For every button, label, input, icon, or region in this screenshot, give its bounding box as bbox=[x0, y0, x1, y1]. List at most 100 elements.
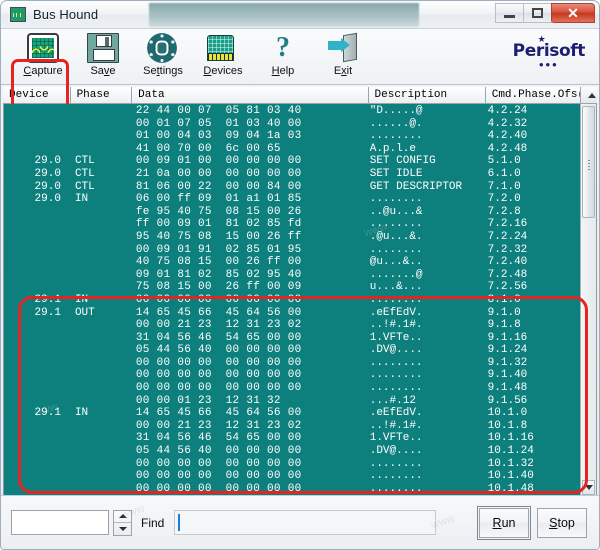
scrollbar-grip-icon bbox=[588, 160, 590, 170]
log-cell-description: .eEfEdV. bbox=[366, 307, 482, 320]
log-row[interactable]: 00 09 01 91 02 85 01 95........7.2.32 bbox=[4, 244, 580, 257]
log-row[interactable]: 00 01 07 05 01 03 40 00......@.4.2.32 bbox=[4, 118, 580, 131]
log-row[interactable]: 95 40 75 08 15 00 26 ff.@u...&.7.2.24 bbox=[4, 231, 580, 244]
log-cell-data: 21 0a 00 00 00 00 00 00 bbox=[132, 168, 366, 181]
log-row[interactable]: 00 00 21 23 12 31 23 02..!#.1#.9.1.8 bbox=[4, 319, 580, 332]
spinner-down-icon[interactable] bbox=[114, 522, 131, 535]
log-cell-device bbox=[4, 118, 71, 131]
column-header-phase[interactable]: Phase bbox=[71, 87, 133, 103]
column-header-data[interactable]: Data bbox=[132, 87, 368, 103]
log-vertical-scrollbar[interactable] bbox=[580, 104, 596, 496]
log-cell-description: ........ bbox=[366, 483, 482, 496]
log-row[interactable]: 31 04 56 46 54 65 00 001.VFTe..9.1.16 bbox=[4, 332, 580, 345]
log-cell-cmd-phase-ofs: 7.2.8 bbox=[482, 206, 580, 219]
log-cell-phase bbox=[71, 470, 132, 483]
log-cell-phase bbox=[71, 105, 132, 118]
log-row[interactable]: 09 01 81 02 85 02 95 40.......@7.2.48 bbox=[4, 269, 580, 282]
stop-button[interactable]: Stop bbox=[537, 508, 587, 538]
log-row[interactable]: 29.1IN14 65 45 66 45 64 56 00.eEfEdV.10.… bbox=[4, 407, 580, 420]
log-cell-cmd-phase-ofs: 9.1.8 bbox=[482, 319, 580, 332]
run-button[interactable]: Run bbox=[479, 508, 529, 538]
log-cell-description: SET CONFIG bbox=[366, 155, 482, 168]
scope-icon bbox=[27, 33, 59, 63]
toolbar-label-devices: Devices bbox=[203, 65, 242, 77]
log-cell-description: ........ bbox=[366, 369, 482, 382]
spinner-up-icon[interactable] bbox=[114, 511, 131, 523]
toolbar-button-devices[interactable]: Devices bbox=[193, 29, 253, 83]
main-toolbar: Capture Save Settings Devices ? Help bbox=[1, 29, 599, 85]
count-input[interactable] bbox=[11, 510, 109, 535]
log-row[interactable]: 31 04 56 46 54 65 00 001.VFTe..10.1.16 bbox=[4, 432, 580, 445]
window-controls: ✕ bbox=[496, 3, 595, 23]
toolbar-button-save[interactable]: Save bbox=[73, 29, 133, 83]
run-stop-button-group: Run Stop bbox=[479, 508, 589, 538]
log-cell-phase: IN bbox=[71, 193, 132, 206]
log-cell-description: .eEfEdV. bbox=[366, 407, 482, 420]
log-row[interactable]: fe 95 40 75 08 15 00 26..@u...&7.2.8 bbox=[4, 206, 580, 219]
toolbar-button-exit[interactable]: Exit bbox=[313, 29, 373, 83]
log-row[interactable]: 01 00 04 03 09 04 1a 03........4.2.40 bbox=[4, 130, 580, 143]
log-cell-description: .DV@.... bbox=[366, 445, 482, 458]
log-cell-data: 09 01 81 02 85 02 95 40 bbox=[132, 269, 366, 282]
log-row[interactable]: 05 44 56 40 00 00 00 00.DV@....9.1.24 bbox=[4, 344, 580, 357]
log-cell-phase bbox=[71, 206, 132, 219]
log-cell-phase bbox=[71, 395, 132, 408]
log-cell-description: "D.....@ bbox=[366, 105, 482, 118]
log-row[interactable]: 00 00 21 23 12 31 23 02..!#.1#.10.1.8 bbox=[4, 420, 580, 433]
log-cell-description: ........ bbox=[366, 458, 482, 471]
toolbar-button-settings[interactable]: Settings bbox=[133, 29, 193, 83]
log-row[interactable]: 29.0IN06 00 ff 09 01 a1 01 85........7.2… bbox=[4, 193, 580, 206]
log-cell-device bbox=[4, 269, 71, 282]
log-row[interactable]: 22 44 00 07 05 81 03 40"D.....@4.2.24 bbox=[4, 105, 580, 118]
log-row[interactable]: 00 00 00 00 00 00 00 00........10.1.40 bbox=[4, 470, 580, 483]
log-cell-phase bbox=[71, 231, 132, 244]
log-row[interactable]: 41 00 70 00 6c 00 65A.p.l.e4.2.48 bbox=[4, 143, 580, 156]
log-row[interactable]: 40 75 08 15 00 26 ff 00@u...&..7.2.40 bbox=[4, 256, 580, 269]
log-row[interactable]: 00 00 01 23 12 31 32...#.129.1.56 bbox=[4, 395, 580, 408]
log-row[interactable]: ff 00 09 01 81 02 85 fd........7.2.16 bbox=[4, 218, 580, 231]
find-label: Find bbox=[141, 516, 164, 530]
log-cell-device bbox=[4, 130, 71, 143]
column-header-device[interactable]: Device bbox=[3, 87, 71, 103]
log-cell-description: A.p.l.e bbox=[366, 143, 482, 156]
log-cell-data: 06 00 ff 09 01 a1 01 85 bbox=[132, 193, 366, 206]
log-row[interactable]: 29.1OUT14 65 45 66 45 64 56 00.eEfEdV.9.… bbox=[4, 307, 580, 320]
log-cell-data: 00 09 01 91 02 85 01 95 bbox=[132, 244, 366, 257]
log-cell-cmd-phase-ofs: 9.1.16 bbox=[482, 332, 580, 345]
log-row[interactable]: 29.0CTL81 06 00 22 00 00 84 00GET DESCRI… bbox=[4, 181, 580, 194]
run-button-label: Run bbox=[493, 516, 516, 530]
scroll-up-button[interactable] bbox=[581, 87, 597, 103]
capture-log-pane: 22 44 00 07 05 81 03 40"D.....@4.2.2400 … bbox=[3, 104, 597, 497]
toolbar-button-capture[interactable]: Capture bbox=[13, 29, 73, 83]
log-cell-device bbox=[4, 420, 71, 433]
log-row[interactable]: 29.0CTL00 09 01 00 00 00 00 00SET CONFIG… bbox=[4, 155, 580, 168]
log-row[interactable]: 29.0CTL21 0a 00 00 00 00 00 00SET IDLE6.… bbox=[4, 168, 580, 181]
log-row[interactable]: 00 00 00 00 00 00 00 00........10.1.48 bbox=[4, 483, 580, 496]
column-header-cmd-phase-ofs[interactable]: Cmd.Phase.Ofs(rep) bbox=[486, 87, 581, 103]
maximize-button[interactable] bbox=[523, 3, 552, 23]
close-button[interactable]: ✕ bbox=[551, 3, 595, 23]
log-cell-data: 00 00 01 23 12 31 32 bbox=[132, 395, 366, 408]
capture-log-rows[interactable]: 22 44 00 07 05 81 03 40"D.....@4.2.2400 … bbox=[4, 104, 580, 496]
log-cell-data: 00 00 00 00 00 00 00 00 bbox=[132, 483, 366, 496]
column-header-description[interactable]: Description bbox=[369, 87, 486, 103]
minimize-button[interactable] bbox=[495, 3, 524, 23]
log-row[interactable]: 00 00 00 00 00 00 00 00........9.1.32 bbox=[4, 357, 580, 370]
log-cell-cmd-phase-ofs: 10.1.16 bbox=[482, 432, 580, 445]
log-cell-description: ........ bbox=[366, 294, 482, 307]
log-cell-data: 05 44 56 40 00 00 00 00 bbox=[132, 445, 366, 458]
log-row[interactable]: 00 00 00 00 00 00 00 00........9.1.40 bbox=[4, 369, 580, 382]
log-cell-device bbox=[4, 357, 71, 370]
log-row[interactable]: 05 44 56 40 00 00 00 00.DV@....10.1.24 bbox=[4, 445, 580, 458]
log-cell-data: 75 08 15 00 26 ff 00 09 bbox=[132, 281, 366, 294]
find-input[interactable] bbox=[174, 510, 436, 535]
log-row[interactable]: 00 00 00 00 00 00 00 00........9.1.48 bbox=[4, 382, 580, 395]
log-row[interactable]: 29.1IN00 00 00 00 00 00 00 00........8.1… bbox=[4, 294, 580, 307]
scroll-down-button[interactable] bbox=[582, 480, 595, 495]
count-stepper[interactable] bbox=[113, 510, 132, 536]
toolbar-button-help[interactable]: ? Help bbox=[253, 29, 313, 83]
log-row[interactable]: 75 08 15 00 26 ff 00 09u...&...7.2.56 bbox=[4, 281, 580, 294]
app-scope-icon bbox=[10, 7, 26, 22]
log-row[interactable]: 00 00 00 00 00 00 00 00........10.1.32 bbox=[4, 458, 580, 471]
log-cell-device bbox=[4, 256, 71, 269]
